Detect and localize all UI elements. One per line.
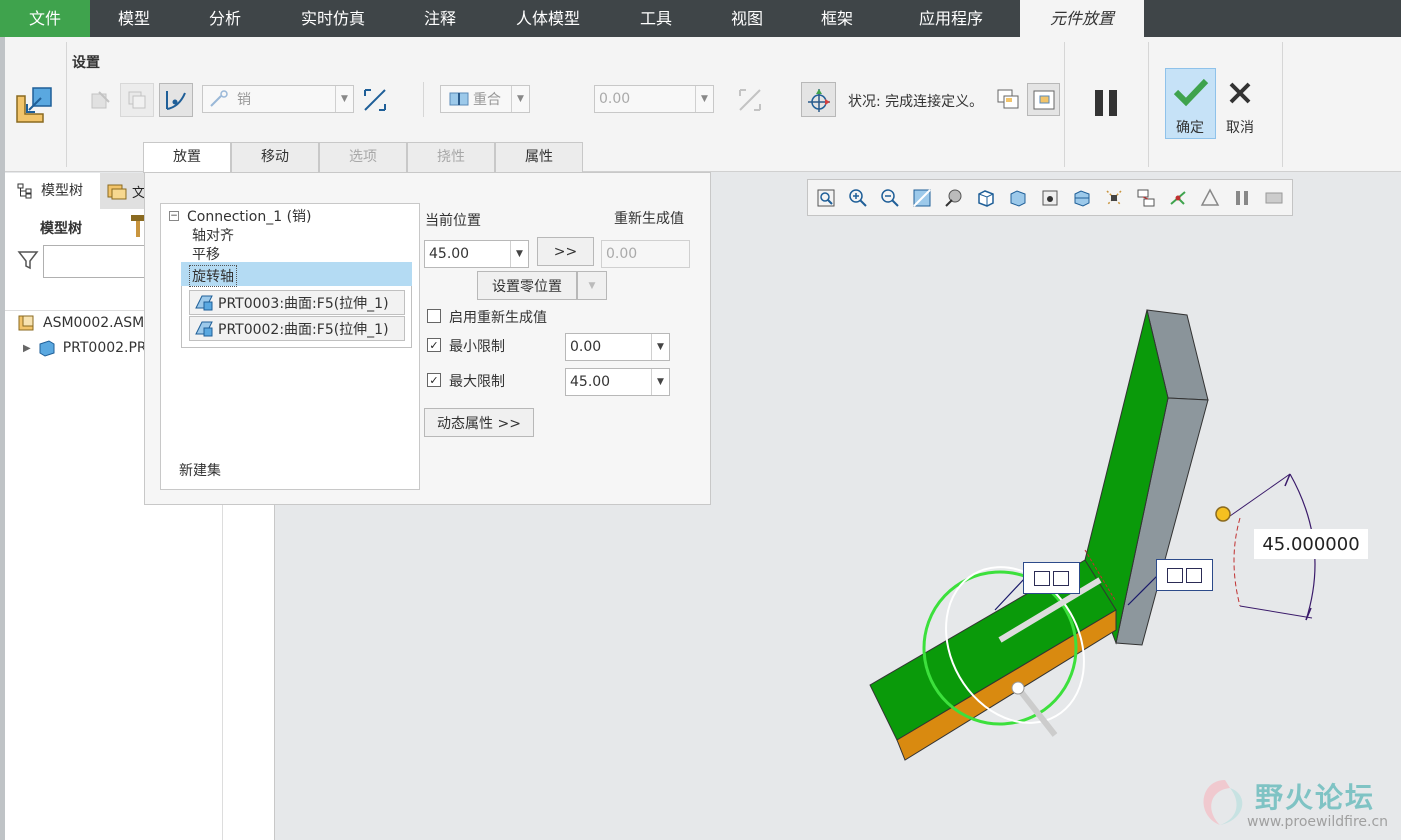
constraint-rotation-axis[interactable]: 旋转轴 bbox=[189, 265, 237, 287]
menu-simulation[interactable]: 实时仿真 bbox=[272, 0, 394, 37]
menu-component-placement[interactable]: 元件放置 bbox=[1020, 0, 1144, 37]
dragger-center[interactable] bbox=[1011, 681, 1025, 695]
expand-arrow-icon[interactable]: ▶ bbox=[23, 343, 31, 354]
menu-applications[interactable]: 应用程序 bbox=[882, 0, 1020, 37]
drag-axis-arrow-down[interactable] bbox=[1015, 686, 1058, 737]
menu-file[interactable]: 文件 bbox=[0, 0, 90, 37]
model-3d-view[interactable] bbox=[276, 173, 1401, 840]
collapse-icon[interactable]: − bbox=[169, 211, 179, 221]
tree-item-prt[interactable]: ▶ PRT0002.PRT bbox=[23, 339, 154, 357]
move-component-icon[interactable] bbox=[801, 82, 836, 117]
constraint-tag-right[interactable] bbox=[1156, 559, 1213, 591]
surface-icon bbox=[195, 321, 213, 336]
tab-properties[interactable]: 属性 bbox=[495, 142, 583, 172]
model-tree-subtitle: 模型树 bbox=[40, 221, 82, 237]
mechanism-connection-icon[interactable] bbox=[159, 83, 193, 117]
flip-icon[interactable] bbox=[358, 83, 392, 117]
pin-icon bbox=[210, 90, 228, 107]
menu-model[interactable]: 模型 bbox=[90, 0, 178, 37]
watermark-title: 野火论坛 bbox=[1255, 781, 1376, 814]
constraint-axis-align[interactable]: 轴对齐 bbox=[192, 225, 234, 245]
chevron-down-icon: ▼ bbox=[335, 86, 353, 112]
assembly-window-icon[interactable] bbox=[1027, 83, 1060, 116]
menu-bar: 文件 模型 分析 实时仿真 注释 人体模型 工具 视图 框架 应用程序 元件放置 bbox=[0, 0, 1401, 37]
tab-move[interactable]: 移动 bbox=[231, 142, 319, 172]
chevron-down-icon: ▼ bbox=[695, 86, 713, 112]
assembly-icon bbox=[18, 315, 34, 331]
flip-offset-icon[interactable] bbox=[733, 83, 767, 117]
placement-icon[interactable] bbox=[12, 83, 56, 127]
tab-flexibility[interactable]: 挠性 bbox=[407, 142, 495, 172]
filter-input[interactable] bbox=[43, 245, 153, 278]
tree-item-asm[interactable]: ASM0002.ASM bbox=[17, 314, 144, 332]
cancel-icon[interactable] bbox=[1224, 77, 1256, 109]
connection-type-select[interactable]: 销 ▼ bbox=[202, 85, 354, 113]
constraint-type-select[interactable]: 重合 ▼ bbox=[440, 85, 530, 113]
pause-icon[interactable] bbox=[1088, 85, 1124, 121]
tree-item-asm-label: ASM0002.ASM bbox=[43, 315, 145, 331]
user-defined-icon[interactable] bbox=[84, 83, 118, 117]
watermark-url: www.proewildfire.cn bbox=[1247, 814, 1389, 830]
new-set-link[interactable]: 新建集 bbox=[179, 460, 221, 480]
rigid-icon[interactable] bbox=[120, 83, 154, 117]
settings-section-title: 设置 bbox=[72, 55, 100, 71]
constraint-type-value: 重合 bbox=[473, 92, 501, 108]
ok-label: 确定 bbox=[1176, 120, 1204, 136]
coincident-icon bbox=[449, 92, 469, 106]
separate-window-icon[interactable] bbox=[993, 84, 1023, 114]
tab-placement[interactable]: 放置 bbox=[143, 142, 231, 173]
tab-model-tree[interactable]: 模型树 bbox=[17, 173, 83, 209]
constraint-translation[interactable]: 平移 bbox=[192, 244, 220, 264]
offset-input[interactable]: 0.00 ▼ bbox=[594, 85, 714, 113]
tree-icon bbox=[17, 183, 32, 199]
cancel-label[interactable]: 取消 bbox=[1226, 117, 1254, 137]
tab-options[interactable]: 选项 bbox=[319, 142, 407, 172]
status-text: 状况: 完成连接定义。 bbox=[848, 94, 984, 110]
dimension-drag-handle[interactable] bbox=[1215, 506, 1231, 522]
menu-annotate[interactable]: 注释 bbox=[394, 0, 486, 37]
surface-icon bbox=[195, 295, 213, 310]
chevron-down-icon: ▼ bbox=[511, 86, 529, 112]
menu-analysis[interactable]: 分析 bbox=[178, 0, 272, 37]
checkmark-icon bbox=[1172, 73, 1210, 111]
constraint-tag-left[interactable] bbox=[1023, 562, 1080, 594]
menu-tools[interactable]: 工具 bbox=[610, 0, 702, 37]
menu-manikin[interactable]: 人体模型 bbox=[486, 0, 610, 37]
tab-model-tree-label: 模型树 bbox=[41, 183, 83, 199]
tree-item-prt-label: PRT0002.PRT bbox=[62, 340, 155, 356]
offset-value: 0.00 bbox=[599, 91, 631, 107]
menu-frame[interactable]: 框架 bbox=[792, 0, 882, 37]
filter-icon[interactable] bbox=[17, 249, 39, 271]
part-icon bbox=[39, 340, 55, 357]
tab-folder-browser[interactable]: 文 bbox=[100, 173, 145, 209]
folder-icon bbox=[107, 184, 127, 200]
menu-view[interactable]: 视图 bbox=[702, 0, 792, 37]
connection-type-value: 销 bbox=[237, 92, 251, 108]
angle-dimension-label[interactable]: 45.000000 bbox=[1254, 529, 1368, 559]
